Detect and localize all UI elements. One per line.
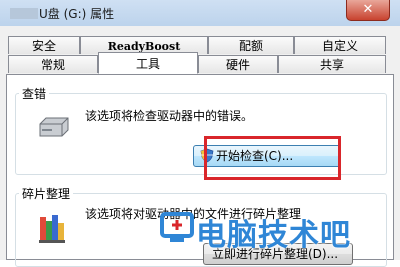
title-bar: U盘 (G:) 属性 ✕ [0,0,400,26]
defrag-group-label: 碎片整理 [19,185,74,202]
window-title-text: U盘 (G:) 属性 [39,7,115,21]
blurred-drive-name [10,8,38,19]
tab-label: 配额 [238,39,263,53]
tab-label: 安全 [31,39,56,53]
close-button[interactable]: ✕ [346,0,390,21]
watermark-text: 电脑技术吧 [196,218,351,253]
close-icon: ✕ [362,2,374,17]
window-title: U盘 (G:) 属性 [10,5,114,22]
error-check-group-label: 查错 [19,85,50,102]
tab-label: 工具 [135,57,160,71]
tab-label: 共享 [319,58,344,72]
drive-icon [39,117,69,137]
tab-label: 常规 [40,58,65,72]
tab-quota[interactable]: 配额 [208,36,294,54]
tab-general[interactable]: 常规 [8,55,98,73]
watermark-logo-icon [160,212,194,242]
tab-customize[interactable]: 自定义 [294,36,386,54]
tab-hardware[interactable]: 硬件 [198,55,278,73]
tab-label: 硬件 [225,58,250,72]
properties-dialog: U盘 (G:) 属性 ✕ 安全 ReadyBoost 配额 自定义 常规 工具 … [0,0,400,267]
tab-tools[interactable]: 工具 [98,52,198,74]
tab-security[interactable]: 安全 [8,36,80,54]
error-check-description: 该选项将检查驱动器中的错误。 [85,109,254,123]
tab-label: 自定义 [321,39,358,53]
defrag-icon [39,215,65,243]
highlight-box [204,136,341,180]
tab-sharing[interactable]: 共享 [278,55,386,73]
